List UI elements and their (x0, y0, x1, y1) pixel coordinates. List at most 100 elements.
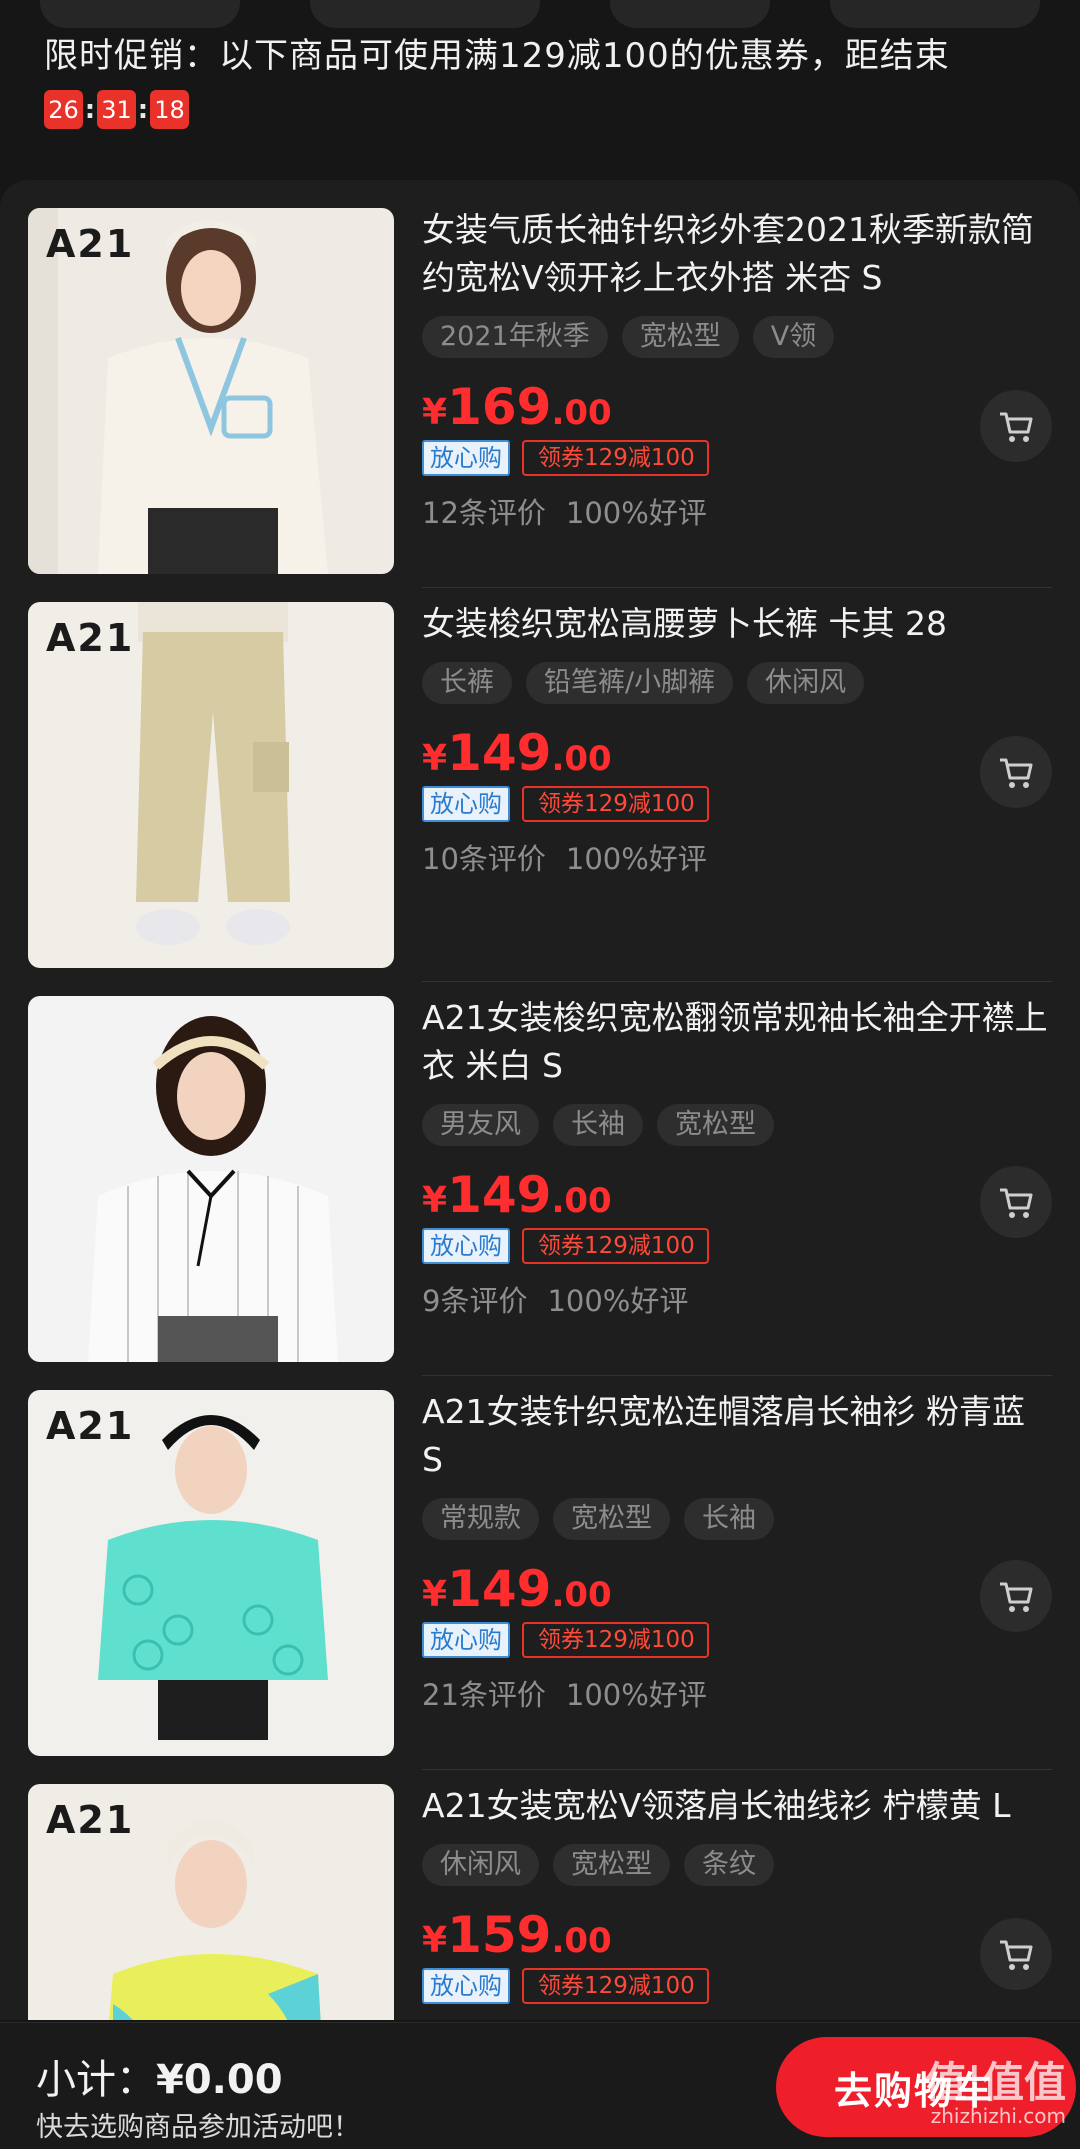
product-price: ¥149.00 (422, 724, 1052, 782)
product-image[interactable]: A21 (28, 602, 394, 968)
product-tag: 男友风 (422, 1104, 539, 1146)
price-decimal: .00 (551, 1181, 612, 1221)
site-watermark: 值|值值 zhizhizhi.com (925, 2062, 1066, 2129)
price-decimal: .00 (551, 393, 612, 433)
product-tag: 休闲风 (422, 1844, 539, 1886)
product-tag: 长裤 (422, 662, 512, 704)
promo-text: 限时促销：以下商品可使用满129减100的优惠券，距结束 (44, 36, 950, 76)
coupon-badge[interactable]: 领券129减100 (522, 786, 709, 822)
countdown-minutes: 31 (97, 90, 136, 129)
top-tab[interactable] (310, 0, 540, 28)
add-to-cart-button[interactable] (980, 1918, 1052, 1990)
product-tag: V领 (752, 316, 835, 358)
product-badges: 放心购 领券129减100 (422, 1228, 1052, 1264)
countdown-separator: : (84, 94, 96, 125)
product-title[interactable]: 女装梭织宽松高腰萝卜长裤 卡其 28 (422, 600, 1052, 648)
top-tab[interactable] (830, 0, 1040, 28)
cart-icon (1000, 412, 1033, 442)
coupon-badge[interactable]: 领券129减100 (522, 1968, 709, 2004)
watermark-logo: 值|值值 (924, 2058, 1066, 2107)
add-to-cart-button[interactable] (980, 390, 1052, 462)
product-tag: 休闲风 (747, 662, 865, 704)
product-image[interactable]: A21 (28, 1784, 394, 2020)
subtotal: 小计：¥0.00 (36, 2047, 283, 2105)
add-to-cart-button[interactable] (980, 736, 1052, 808)
brand-logo: A21 (46, 1798, 135, 1842)
product-title[interactable]: A21女装针织宽松连帽落肩长袖衫 粉青蓝 S (422, 1388, 1052, 1484)
coupon-badge[interactable]: 领券129减100 (522, 1228, 709, 1264)
product-image[interactable] (28, 996, 394, 1362)
product-card[interactable]: A21 A21女装宽松V领落肩长袖线衫 柠檬黄 L 休闲风 宽松型 条纹 ¥15… (0, 1770, 1080, 2020)
brand-logo: A21 (46, 1404, 135, 1448)
countdown-hours: 26 (44, 90, 83, 129)
product-title[interactable]: A21女装梭织宽松翻领常规袖长袖全开襟上衣 米白 S (422, 994, 1052, 1090)
product-tags: 休闲风 宽松型 条纹 (422, 1844, 1052, 1886)
safe-purchase-badge: 放心购 (422, 1968, 510, 2004)
product-reviews: 12条评价 100%好评 (422, 490, 1052, 532)
promo-banner: 限时促销：以下商品可使用满129减100的优惠券，距结束 26 : 31 : 1… (44, 30, 1044, 129)
product-title[interactable]: A21女装宽松V领落肩长袖线衫 柠檬黄 L (422, 1782, 1052, 1830)
price-currency: ¥ (422, 1180, 448, 1221)
add-to-cart-button[interactable] (980, 1560, 1052, 1632)
product-badges: 放心购 领券129减100 (422, 1622, 1052, 1658)
activity-hint: 快去选购商品参加活动吧！ (36, 2112, 360, 2143)
product-tags: 长裤 铅笔裤/小脚裤 休闲风 (422, 662, 1052, 704)
product-reviews: 9条评价 100%好评 (422, 1278, 1052, 1320)
watermark-url: zhizhizhi.com (930, 2104, 1066, 2128)
review-count: 9条评价 (422, 1284, 528, 1318)
price-currency: ¥ (422, 392, 448, 433)
review-rate: 100%好评 (547, 1284, 689, 1318)
product-tags: 常规款 宽松型 长袖 (422, 1498, 1052, 1540)
cart-icon (1000, 758, 1033, 788)
cart-icon (1000, 1582, 1033, 1612)
product-tag: 长袖 (553, 1104, 643, 1146)
product-card[interactable]: A21 A21女装针织宽松连帽落肩长袖衫 粉青蓝 S 常规款 宽松型 长袖 ¥1… (0, 1376, 1080, 1770)
product-tags: 男友风 长袖 宽松型 (422, 1104, 1052, 1146)
product-tag: 宽松型 (657, 1104, 774, 1146)
countdown-seconds: 18 (150, 90, 189, 129)
product-image[interactable]: A21 (28, 208, 394, 574)
product-badges: 放心购 领券129减100 (422, 786, 1052, 822)
product-tags: 2021年秋季 宽松型 V领 (422, 316, 1052, 358)
review-count: 10条评价 (422, 842, 546, 876)
product-reviews: 10条评价 100%好评 (422, 836, 1052, 878)
safe-purchase-badge: 放心购 (422, 1622, 510, 1658)
product-badges: 放心购 领券129减100 (422, 440, 1052, 476)
countdown-timer: 26 : 31 : 18 (44, 90, 1044, 129)
review-count: 21条评价 (422, 1678, 546, 1712)
product-card[interactable]: A21 女装气质长袖针织衫外套2021秋季新款简约宽松V领开衫上衣外搭 米杏 S… (0, 194, 1080, 588)
countdown-separator: : (137, 94, 149, 125)
price-decimal: .00 (551, 1921, 612, 1961)
price-decimal: .00 (551, 1575, 612, 1615)
price-integer: 159 (447, 1906, 552, 1964)
add-to-cart-button[interactable] (980, 1166, 1052, 1238)
price-currency: ¥ (422, 1574, 448, 1615)
product-list: A21 女装气质长袖针织衫外套2021秋季新款简约宽松V领开衫上衣外搭 米杏 S… (0, 180, 1080, 2020)
product-image[interactable]: A21 (28, 1390, 394, 1756)
cart-icon (1000, 1188, 1033, 1218)
top-tab[interactable] (40, 0, 240, 28)
product-price: ¥149.00 (422, 1560, 1052, 1618)
product-title[interactable]: 女装气质长袖针织衫外套2021秋季新款简约宽松V领开衫上衣外搭 米杏 S (422, 206, 1052, 302)
product-tag: 2021年秋季 (422, 316, 608, 358)
product-card[interactable]: A21 女装梭织宽松高腰萝卜长裤 卡其 28 长裤 铅笔裤/小脚裤 休闲风 ¥1… (0, 588, 1080, 982)
review-count: 12条评价 (422, 496, 546, 530)
coupon-badge[interactable]: 领券129减100 (522, 1622, 709, 1658)
product-reviews: 21条评价 100%好评 (422, 1672, 1052, 1714)
top-tab-bar (0, 0, 1080, 34)
product-price: ¥159.00 (422, 1906, 1052, 1964)
product-card[interactable]: A21女装梭织宽松翻领常规袖长袖全开襟上衣 米白 S 男友风 长袖 宽松型 ¥1… (0, 982, 1080, 1376)
price-integer: 169 (447, 378, 552, 436)
top-tab[interactable] (610, 0, 770, 28)
product-tag: 条纹 (684, 1844, 774, 1886)
brand-logo: A21 (46, 222, 135, 266)
coupon-badge[interactable]: 领券129减100 (522, 440, 709, 476)
product-tag: 宽松型 (553, 1498, 670, 1540)
review-rate: 100%好评 (565, 496, 707, 530)
review-rate: 100%好评 (565, 1678, 707, 1712)
subtotal-label: 小计： (36, 2057, 156, 2103)
product-badges: 放心购 领券129减100 (422, 1968, 1052, 2004)
price-integer: 149 (447, 1166, 552, 1224)
safe-purchase-badge: 放心购 (422, 440, 510, 476)
product-tag: 铅笔裤/小脚裤 (526, 662, 734, 704)
